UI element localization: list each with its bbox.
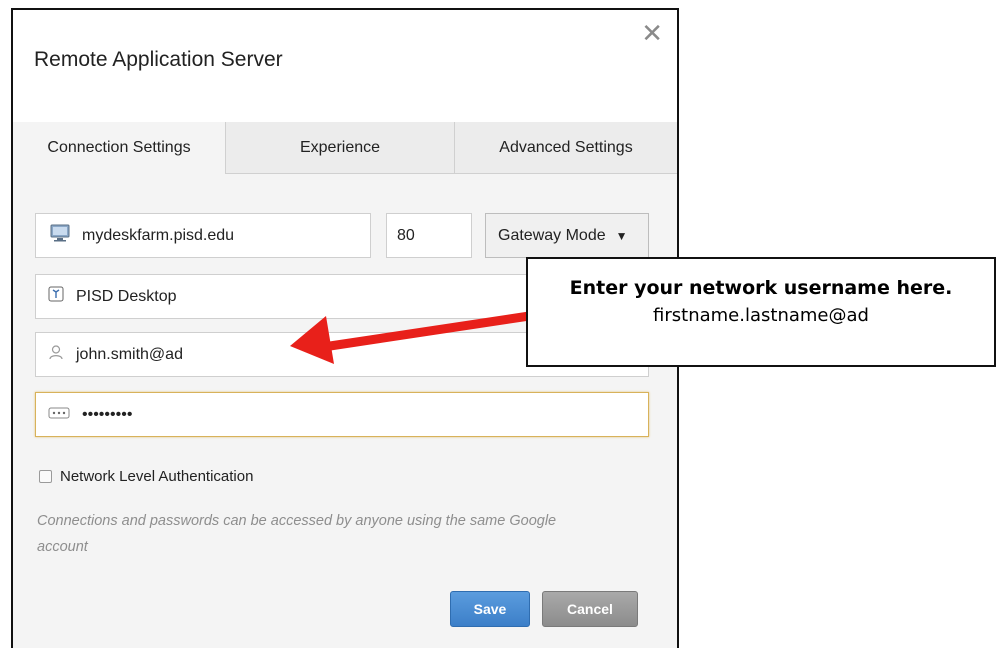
nla-checkbox[interactable] bbox=[39, 470, 52, 483]
close-icon[interactable]: ✕ bbox=[641, 20, 663, 46]
dialog-header: Remote Application Server ✕ bbox=[13, 10, 677, 123]
dialog-title: Remote Application Server bbox=[34, 48, 283, 71]
tab-experience[interactable]: Experience bbox=[225, 122, 454, 174]
tab-advanced-settings[interactable]: Advanced Settings bbox=[454, 122, 677, 174]
privacy-note: Connections and passwords can be accesse… bbox=[37, 513, 557, 555]
password-field[interactable]: ••••••••• bbox=[35, 392, 649, 437]
gateway-mode-value: Gateway Mode bbox=[498, 226, 606, 244]
password-value: ••••••••• bbox=[82, 405, 133, 423]
connection-name-value: PISD Desktop bbox=[76, 287, 177, 305]
nla-label: Network Level Authentication bbox=[60, 468, 254, 485]
host-field[interactable]: mydeskfarm.pisd.edu bbox=[35, 213, 371, 258]
username-value: john.smith@ad bbox=[76, 345, 183, 363]
host-value: mydeskfarm.pisd.edu bbox=[82, 226, 235, 244]
instruction-callout: Enter your network username here. firstn… bbox=[526, 257, 996, 367]
port-field[interactable]: 80 bbox=[386, 213, 472, 258]
callout-subtitle: firstname.lastname@ad bbox=[653, 305, 869, 326]
save-button[interactable]: Save bbox=[450, 591, 530, 627]
port-value: 80 bbox=[397, 226, 415, 244]
user-icon bbox=[48, 344, 64, 365]
tab-bar: Connection Settings Experience Advanced … bbox=[13, 122, 677, 174]
monitor-icon bbox=[50, 224, 70, 247]
gateway-mode-select[interactable]: Gateway Mode ▼ bbox=[485, 213, 649, 258]
cancel-button[interactable]: Cancel bbox=[542, 591, 638, 627]
bookmark-icon bbox=[48, 286, 64, 307]
callout-title: Enter your network username here. bbox=[569, 277, 953, 299]
password-icon bbox=[48, 406, 70, 424]
caret-down-icon: ▼ bbox=[615, 228, 628, 243]
nla-option[interactable]: Network Level Authentication bbox=[39, 468, 253, 485]
tab-connection-settings[interactable]: Connection Settings bbox=[13, 122, 225, 174]
